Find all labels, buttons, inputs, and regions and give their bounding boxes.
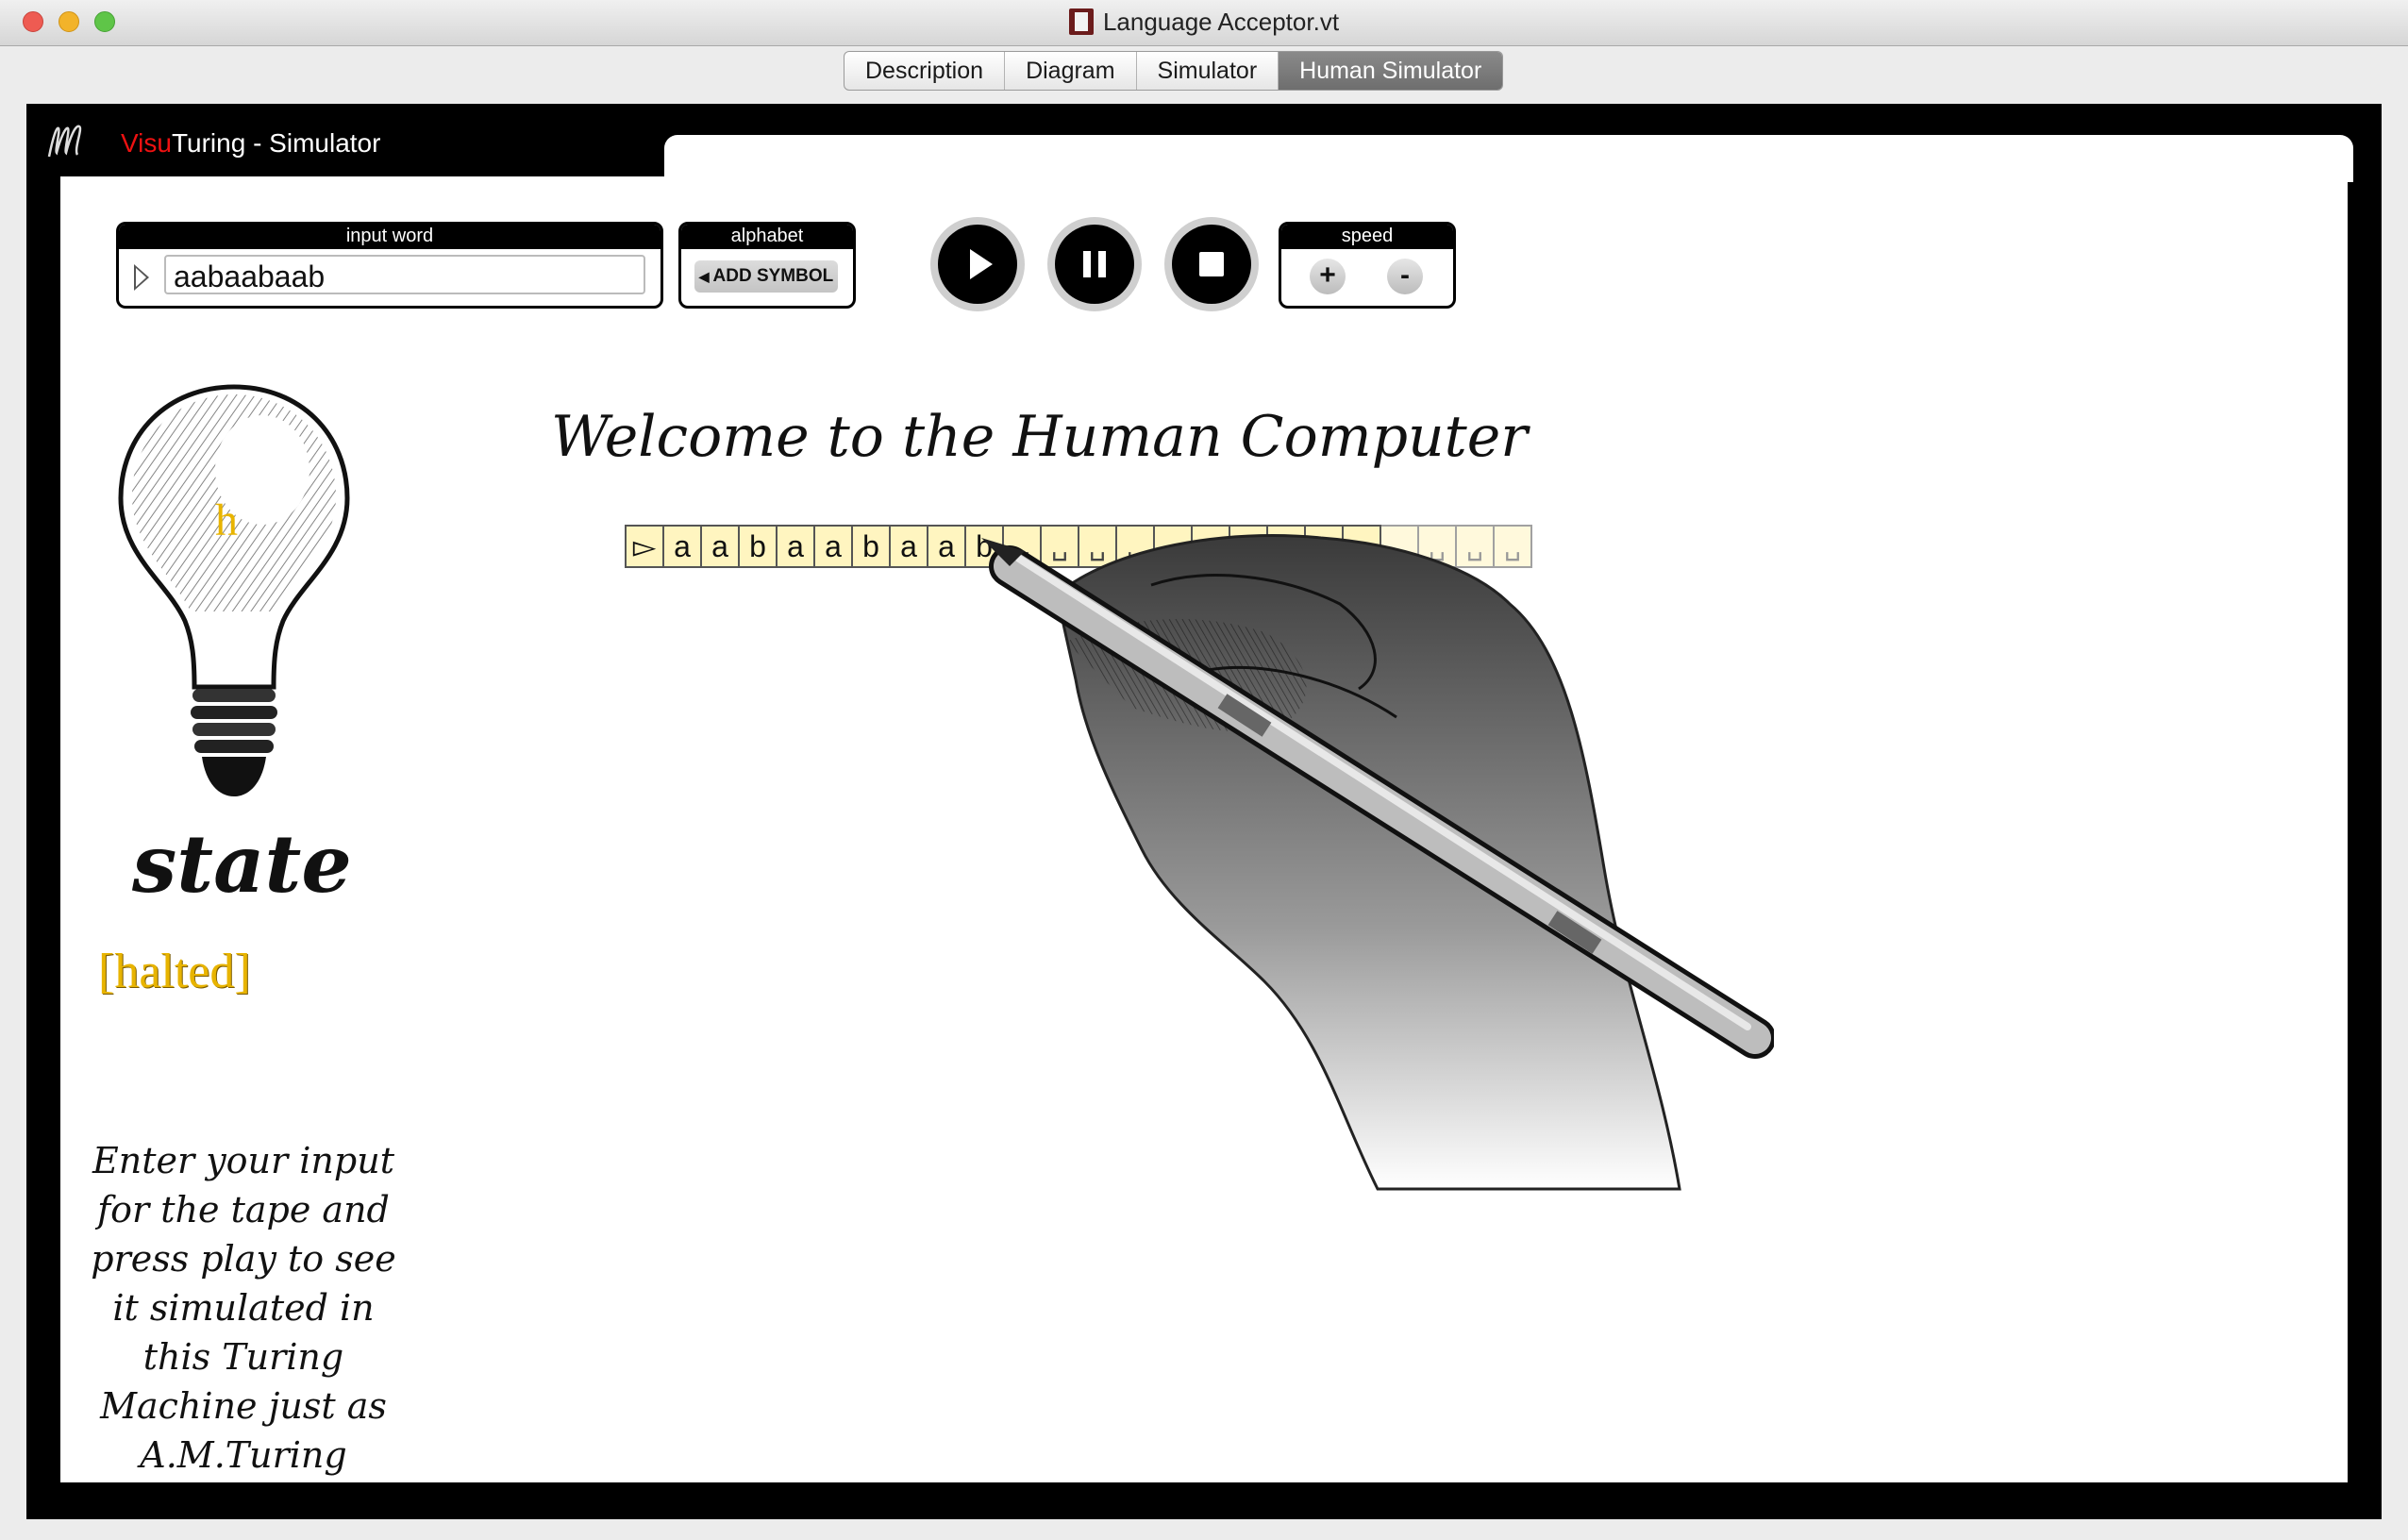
tab-human-simulator[interactable]: Human Simulator — [1279, 52, 1503, 90]
input-word-label: input word — [119, 225, 661, 249]
title-bar: Language Acceptor.vt — [0, 0, 2408, 46]
alphabet-panel: alphabet ◀ ADD SYMBOL — [678, 222, 856, 309]
speed-decrease-button[interactable]: - — [1387, 259, 1423, 294]
current-state-value: h — [215, 495, 238, 545]
brand-prefix: Visu — [121, 128, 172, 158]
tape-cell: a — [702, 525, 740, 568]
help-text: Enter your input for the tape and press … — [91, 1140, 396, 1476]
tape-cell: b — [740, 525, 778, 568]
welcome-heading: Welcome to the Human Computer — [551, 404, 1528, 470]
document-icon — [1068, 8, 1094, 35]
state-label: state — [132, 817, 352, 911]
tape-cell: a — [778, 525, 815, 568]
add-symbol-button[interactable]: ◀ ADD SYMBOL — [694, 260, 838, 293]
tape-cell: b — [853, 525, 891, 568]
tab-description[interactable]: Description — [844, 52, 1006, 90]
caret-left-icon: ◀ — [698, 269, 710, 284]
tab-bar: Description Diagram Simulator Human Simu… — [844, 51, 1504, 91]
alphabet-label: alphabet — [681, 225, 853, 249]
speed-panel: speed + - — [1279, 222, 1456, 309]
writing-hand-illustration — [981, 534, 1774, 1191]
speed-label: speed — [1281, 225, 1453, 249]
halted-status: [halted] — [98, 945, 251, 998]
window-title-text: Language Acceptor.vt — [1102, 8, 1340, 36]
play-icon — [970, 249, 993, 279]
stop-button[interactable] — [1164, 217, 1259, 311]
input-start-marker-icon — [134, 264, 149, 291]
add-symbol-label: ADD SYMBOL — [712, 266, 834, 286]
brand-suffix: Turing - Simulator — [171, 128, 381, 158]
input-word-field[interactable]: aabaabaab — [164, 255, 645, 294]
pause-icon — [1083, 251, 1106, 277]
window-title: Language Acceptor.vt — [0, 8, 2408, 37]
speed-increase-button[interactable]: + — [1310, 259, 1346, 294]
header-tab-panel — [664, 135, 2353, 182]
input-word-panel: input word aabaabaab — [116, 222, 663, 309]
tape-cell: a — [815, 525, 853, 568]
tab-diagram[interactable]: Diagram — [1005, 52, 1137, 90]
visuturing-logo-icon — [47, 125, 82, 158]
tape-start-cell: ▻ — [625, 525, 664, 568]
tape-cell: a — [891, 525, 928, 568]
stop-icon — [1199, 252, 1224, 276]
lightbulb-icon — [118, 384, 350, 796]
tape-cell: a — [664, 525, 702, 568]
app-brand: VisuTuring - Simulator — [121, 128, 380, 159]
pause-button[interactable] — [1047, 217, 1142, 311]
tape-cell: a — [928, 525, 966, 568]
tab-simulator[interactable]: Simulator — [1137, 52, 1279, 90]
play-button[interactable] — [930, 217, 1025, 311]
